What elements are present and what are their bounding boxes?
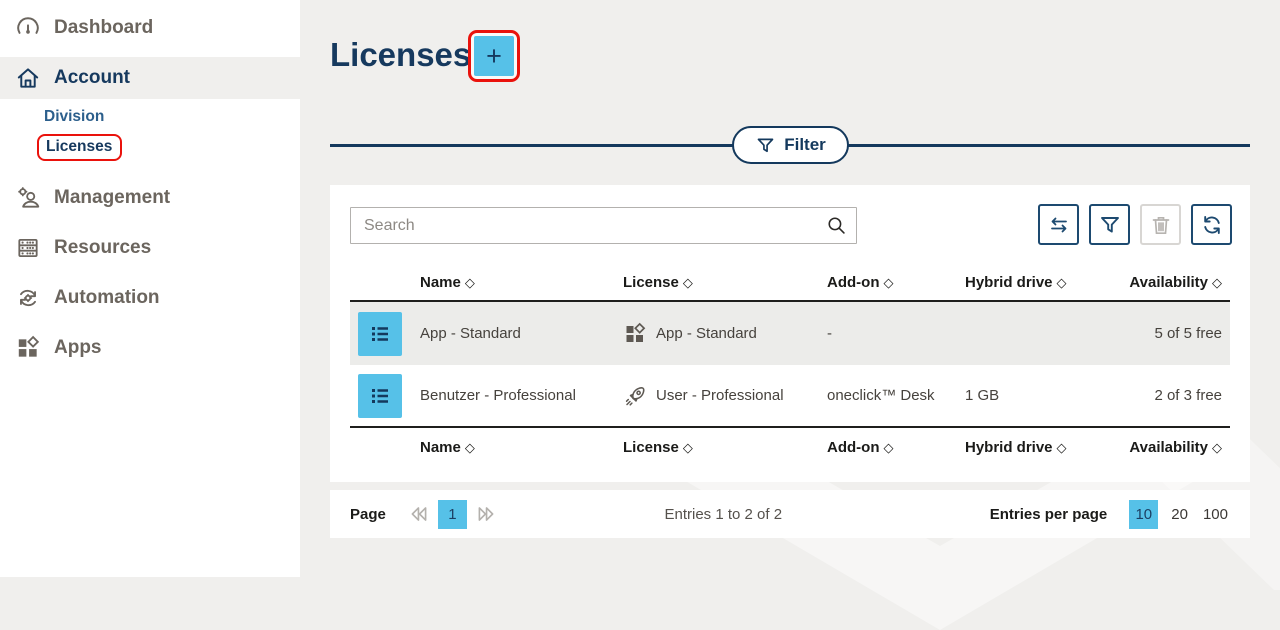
search-icon	[826, 215, 847, 236]
sort-diamond-icon: ◇	[465, 275, 475, 290]
column-header-hybrid-drive[interactable]: Hybrid drive◇	[955, 274, 1080, 291]
sidebar-item-resources[interactable]: Resources	[0, 227, 300, 269]
delete-button[interactable]	[1140, 204, 1181, 245]
sidebar: Dashboard Account Division Licenses	[0, 0, 300, 577]
refresh-icon	[1200, 213, 1224, 237]
sort-diamond-icon: ◇	[683, 440, 693, 455]
column-header-license[interactable]: License◇	[615, 439, 817, 456]
filter-label: Filter	[784, 135, 826, 155]
pagination-bar: Page 1 Entries 1 to 2 of 2 Entries per p…	[330, 490, 1250, 538]
last-page-button[interactable]	[475, 503, 497, 525]
cell-license: App - Standard	[656, 325, 757, 342]
funnel-icon	[755, 135, 776, 156]
column-header-addon[interactable]: Add-on◇	[817, 274, 955, 291]
add-license-button[interactable]: +	[474, 36, 514, 76]
entries-per-page: Entries per page 10 20 100	[990, 500, 1230, 529]
sidebar-item-label: Management	[54, 187, 170, 209]
sidebar-item-dashboard[interactable]: Dashboard	[0, 7, 300, 49]
cell-license: User - Professional	[656, 387, 784, 404]
sidebar-item-licenses[interactable]: Licenses	[37, 134, 122, 161]
cell-availability: 2 of 3 free	[1080, 387, 1230, 404]
sidebar-item-apps[interactable]: Apps	[0, 327, 300, 369]
list-icon	[368, 384, 392, 408]
apps-icon	[623, 322, 647, 346]
rocket-icon	[623, 384, 647, 408]
cell-name: App - Standard	[410, 325, 615, 342]
trash-icon	[1149, 213, 1173, 237]
sidebar-item-label: Dashboard	[54, 17, 153, 39]
sidebar-item-label: Account	[54, 67, 130, 89]
column-header-name[interactable]: Name◇	[410, 274, 615, 291]
page-label: Page	[350, 506, 386, 523]
server-icon	[15, 235, 41, 261]
sort-diamond-icon: ◇	[1212, 440, 1222, 455]
table-footer-header-row: Name◇ License◇ Add-on◇ Hybrid drive◇ Ava…	[350, 428, 1230, 466]
automation-icon	[15, 285, 41, 311]
sort-diamond-icon: ◇	[883, 275, 893, 290]
search-input[interactable]	[350, 207, 857, 244]
table-toolbar	[1038, 204, 1232, 245]
sidebar-item-label: Resources	[54, 237, 151, 259]
annotation-highlight: +	[468, 30, 520, 82]
licenses-panel: Name◇ License◇ Add-on◇ Hybrid drive◇ Ava…	[330, 185, 1250, 482]
page-title: Licenses	[330, 36, 471, 74]
sidebar-item-label: Apps	[54, 337, 102, 359]
apps-icon	[15, 335, 41, 361]
first-page-button[interactable]	[408, 503, 430, 525]
cell-addon: -	[817, 325, 955, 342]
per-page-option-100[interactable]: 100	[1201, 501, 1230, 528]
sidebar-item-account[interactable]: Account	[0, 57, 300, 99]
table-row: Benutzer - Professional User - Professio…	[350, 365, 1230, 428]
cell-addon: oneclick™ Desk	[817, 387, 955, 404]
sort-diamond-icon: ◇	[683, 275, 693, 290]
refresh-button[interactable]	[1191, 204, 1232, 245]
column-header-addon[interactable]: Add-on◇	[817, 439, 955, 456]
main-content: Licenses + Filter	[300, 0, 1280, 577]
sort-diamond-icon: ◇	[465, 440, 475, 455]
per-page-label: Entries per page	[990, 506, 1108, 523]
swap-arrows-icon	[1047, 213, 1071, 237]
sort-diamond-icon: ◇	[883, 440, 893, 455]
cell-availability: 5 of 5 free	[1080, 325, 1230, 342]
home-icon	[15, 65, 41, 91]
sidebar-item-label: Automation	[54, 287, 160, 309]
filter-toggle-button[interactable]: Filter	[732, 126, 849, 164]
column-header-hybrid-drive[interactable]: Hybrid drive◇	[955, 439, 1080, 456]
table-row: App - Standard App - Standard - 5 of 5	[350, 302, 1230, 365]
filter-table-button[interactable]	[1089, 204, 1130, 245]
sort-diamond-icon: ◇	[1057, 440, 1067, 455]
sidebar-item-management[interactable]: Management	[0, 177, 300, 219]
sidebar-item-automation[interactable]: Automation	[0, 277, 300, 319]
funnel-icon	[1098, 213, 1122, 237]
column-header-availability[interactable]: Availability◇	[1080, 274, 1230, 291]
per-page-option-10[interactable]: 10	[1129, 500, 1158, 529]
row-details-button[interactable]	[358, 312, 402, 356]
gauge-icon	[15, 15, 41, 41]
per-page-option-20[interactable]: 20	[1169, 501, 1190, 528]
annotation-highlight: Licenses	[37, 134, 122, 161]
cell-name: Benutzer - Professional	[410, 387, 615, 404]
subnav-item-label: Licenses	[46, 138, 112, 155]
swap-arrows-button[interactable]	[1038, 204, 1079, 245]
sidebar-item-division[interactable]: Division	[44, 108, 104, 126]
list-icon	[368, 322, 392, 346]
row-details-button[interactable]	[358, 374, 402, 418]
current-page-button[interactable]: 1	[438, 500, 467, 529]
sort-diamond-icon: ◇	[1057, 275, 1067, 290]
subnav-item-label: Division	[44, 108, 104, 125]
table-header-row: Name◇ License◇ Add-on◇ Hybrid drive◇ Ava…	[350, 264, 1230, 302]
cell-hybrid-drive: 1 GB	[955, 387, 1080, 404]
user-gear-icon	[15, 185, 41, 211]
column-header-license[interactable]: License◇	[615, 274, 817, 291]
search-field-wrap	[350, 207, 857, 244]
column-header-name[interactable]: Name◇	[410, 439, 615, 456]
entries-info: Entries 1 to 2 of 2	[497, 506, 990, 523]
sort-diamond-icon: ◇	[1212, 275, 1222, 290]
licenses-table: Name◇ License◇ Add-on◇ Hybrid drive◇ Ava…	[350, 264, 1230, 466]
column-header-availability[interactable]: Availability◇	[1080, 439, 1230, 456]
